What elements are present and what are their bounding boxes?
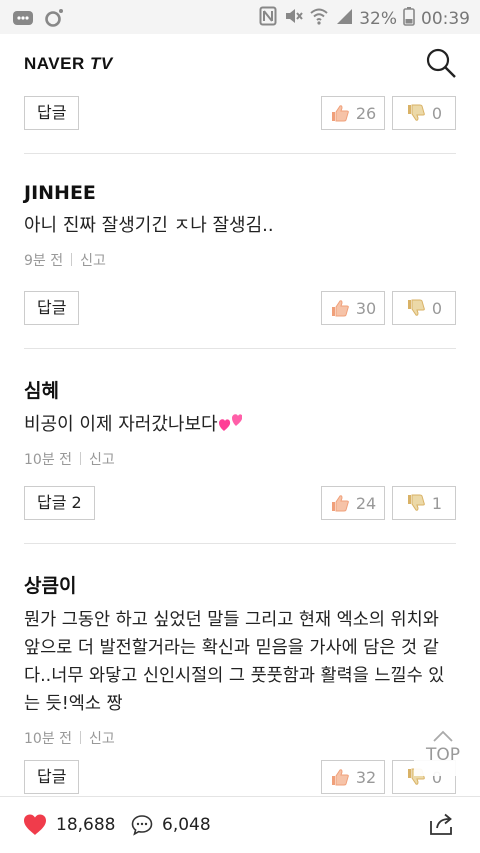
app-header: NAVER TV [0, 34, 480, 92]
comment-text: 아니 진짜 잘생기긴 ㅈ나 잘생김.. [24, 215, 274, 236]
comment-bubble-icon [131, 815, 153, 836]
like-count: 26 [355, 103, 377, 123]
report-link[interactable]: 신고 [80, 253, 106, 269]
like-button[interactable]: 30 [321, 291, 385, 325]
share-icon [430, 813, 452, 835]
reply-button[interactable]: 답글 [24, 96, 80, 130]
reply-button[interactable]: 답글 2 [24, 486, 95, 520]
comment-divider [24, 348, 456, 349]
meta-separator [71, 253, 73, 266]
dislike-button[interactable]: 1 [392, 486, 456, 520]
thumbs-up-icon [331, 495, 349, 512]
meta-separator [80, 452, 82, 465]
thumbs-up-icon [331, 769, 349, 786]
logo-tv: TV [89, 54, 113, 73]
like-count: 30 [355, 298, 377, 318]
comment-text: 비공이 이제 자러갔나보다 [24, 414, 218, 435]
like-count: 18,688 [56, 815, 116, 835]
comment-meta: 10분 전 신고 [24, 449, 456, 469]
comment-author[interactable]: 상큼이 [24, 571, 456, 598]
comment-meta: 9분 전 신고 [24, 250, 456, 270]
like-button[interactable]: 32 [321, 760, 385, 794]
comment-time: 9분 전 [24, 253, 64, 269]
thumbs-up-icon [331, 300, 349, 317]
clock: 00:39 [421, 8, 470, 29]
nfc-icon [259, 6, 277, 31]
reply-button[interactable]: 답글 [24, 291, 80, 325]
signal-icon [335, 7, 353, 30]
thumbs-up-icon [331, 105, 349, 122]
thumbs-down-icon [407, 104, 425, 121]
comment-divider [24, 153, 456, 154]
mute-icon [283, 6, 303, 31]
comment-divider [24, 543, 456, 544]
comment-item: JINHEE 아니 진짜 잘생기긴 ㅈ나 잘생김.. 9분 전 신고 [24, 182, 456, 270]
two-hearts-icon [218, 414, 243, 431]
report-link[interactable]: 신고 [89, 452, 115, 468]
thumbs-down-icon [407, 299, 425, 316]
dislike-button[interactable]: 0 [392, 291, 456, 325]
reply-button[interactable]: 답글 [24, 760, 80, 794]
naver-tv-logo[interactable]: NAVER TV [24, 54, 113, 74]
like-video-button[interactable]: 18,688 [22, 813, 115, 837]
search-button[interactable] [424, 46, 458, 80]
report-link[interactable]: 신고 [89, 731, 115, 747]
comment-item: 심혜 비공이 이제 자러갔나보다 10분 전 신고 [24, 376, 456, 469]
logo-naver: NAVER [24, 54, 85, 73]
share-button[interactable] [428, 811, 456, 841]
like-button[interactable]: 24 [321, 486, 385, 520]
dislike-count: 1 [431, 493, 443, 513]
dislike-button[interactable]: 0 [392, 96, 456, 130]
scroll-top-label: TOP [425, 745, 461, 765]
camera-app-icon [44, 8, 64, 32]
comment-time: 10분 전 [24, 452, 73, 468]
meta-separator [80, 731, 82, 744]
thumbs-down-icon [407, 494, 425, 511]
battery-icon [403, 6, 415, 31]
dislike-count: 0 [431, 103, 443, 123]
comment-count: 6,048 [162, 815, 211, 835]
comment-item: 상큼이 뭔가 그동안 하고 싶었던 말들 그리고 현재 엑소의 위치와 앞으로 … [24, 571, 456, 748]
comment-text-row: 비공이 이제 자러갔나보다 [24, 411, 456, 439]
comment-author[interactable]: JINHEE [24, 182, 456, 204]
comment-meta: 10분 전 신고 [24, 728, 456, 748]
comment-text: 뭔가 그동안 하고 싶었던 말들 그리고 현재 엑소의 위치와 앞으로 더 발전… [24, 610, 445, 714]
chevron-up-icon [433, 730, 453, 742]
like-count: 32 [355, 767, 377, 787]
comments-button[interactable]: 6,048 [130, 813, 211, 837]
scroll-top-button[interactable]: TOP [414, 728, 472, 776]
messages-icon [12, 10, 34, 30]
bottom-action-bar: 18,688 6,048 [0, 796, 480, 853]
status-bar: 32% 00:39 [0, 0, 480, 34]
wifi-icon [309, 7, 329, 30]
like-count: 24 [355, 493, 377, 513]
like-button[interactable]: 26 [321, 96, 385, 130]
heart-icon [24, 814, 46, 835]
comment-time: 10분 전 [24, 731, 73, 747]
dislike-count: 0 [431, 298, 443, 318]
comment-author[interactable]: 심혜 [24, 376, 456, 403]
search-icon [426, 48, 456, 78]
battery-percent: 32% [359, 8, 397, 29]
